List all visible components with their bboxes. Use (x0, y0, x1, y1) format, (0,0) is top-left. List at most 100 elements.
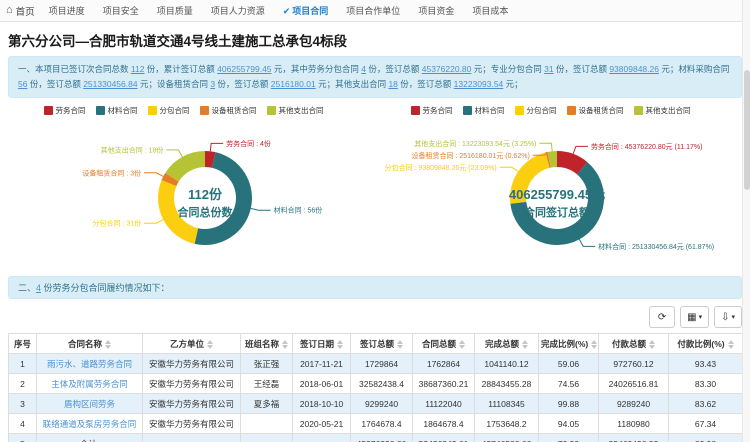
column-header-10[interactable]: 付款比例(%) (669, 334, 743, 354)
slice-label: 分包合同 : 93809848.26元 (23.09%) (385, 163, 497, 172)
table-cell: 99.88 (539, 394, 599, 414)
nav-item-5[interactable]: 项目合作单位 (346, 4, 400, 17)
sort-down-icon (282, 345, 288, 349)
nav-item-7[interactable]: 项目成本 (472, 4, 508, 17)
nav-item-label: 项目安全 (103, 6, 139, 16)
summary-value-link[interactable]: 31 (544, 64, 553, 74)
table-cell: 安徽华力劳务有限公司 (143, 354, 241, 374)
caret-down-icon: ▾ (731, 313, 735, 321)
table-header-row: 序号合同名称乙方单位班组名称签订日期签订总额合同总额完成总额完成比例(%) 付款总… (9, 334, 743, 354)
column-header-label: 付款总额 (612, 339, 646, 349)
summary-text: 份，签订总额 (398, 79, 454, 89)
table-cell: 82.98 (669, 434, 743, 442)
sort-icon (522, 340, 528, 349)
refresh-button[interactable]: ⟳ (649, 306, 675, 328)
table-cell: 45376220.80 (351, 434, 413, 442)
summary-value-link[interactable]: 45376220.80 (422, 64, 472, 74)
legend-item-4[interactable]: 其他支出合同 (634, 105, 691, 116)
table-cell (241, 414, 293, 434)
summary-text: 元；其他支出合同 (316, 79, 389, 89)
legend-item-1[interactable]: 材料合同 (463, 105, 505, 116)
export-icon: ⇩ (721, 312, 729, 323)
table-cell: 74.56 (539, 374, 599, 394)
export-button[interactable]: ⇩▾ (714, 306, 742, 328)
nav-item-0[interactable]: 项目进度 (49, 4, 85, 17)
legend-label: 材料合同 (108, 105, 138, 116)
column-header-2[interactable]: 乙方单位 (143, 334, 241, 354)
nav-item-2[interactable]: 项目质量 (157, 4, 193, 17)
legend-item-4[interactable]: 其他支出合同 (267, 105, 324, 116)
nav-item-1[interactable]: 项目安全 (103, 4, 139, 17)
columns-button[interactable]: ▦▾ (680, 306, 709, 328)
column-header-label: 付款比例(%) (677, 339, 724, 349)
nav-item-6[interactable]: 项目资金 (418, 4, 454, 17)
table-cell: 1753648.2 (475, 414, 539, 434)
table-cell: 安徽华力劳务有限公司 (143, 374, 241, 394)
legend-item-2[interactable]: 分包合同 (515, 105, 557, 116)
slice-label: 其他支出合同 : 18份 (101, 145, 164, 154)
charts-area: 劳务合同材料合同分包合同设备租赁合同其他支出合同 劳务合同 : 4份材料合同 :… (0, 100, 750, 268)
contract-name-link[interactable]: 主体及附属劳务合同 (51, 379, 128, 389)
column-header-9[interactable]: 付款总额 (599, 334, 669, 354)
legend-label: 材料合同 (475, 105, 505, 116)
legend-item-3[interactable]: 设备租赁合同 (200, 105, 257, 116)
column-header-5[interactable]: 签订总额 (351, 334, 413, 354)
table-cell: 3 (9, 394, 37, 414)
nav-item-4[interactable]: ✔项目合同 (283, 4, 329, 17)
summary-value-link[interactable]: 251330456.84 (83, 79, 137, 89)
column-header-1[interactable]: 合同名称 (37, 334, 143, 354)
table-cell: 主体及附属劳务合同 (37, 374, 143, 394)
label-line (579, 239, 595, 246)
legend-item-0[interactable]: 劳务合同 (411, 105, 453, 116)
sort-up-icon (105, 340, 111, 344)
table-row: 2主体及附属劳务合同安徽华力劳务有限公司王经磊2018-06-013258243… (9, 374, 743, 394)
nav-item-label: 项目质量 (157, 6, 193, 16)
table-cell: 32582438.4 (351, 374, 413, 394)
table-cell: 1180980 (599, 414, 669, 434)
sort-icon (728, 340, 734, 349)
legend-swatch-icon (515, 106, 524, 115)
scrollbar-thumb[interactable] (744, 70, 750, 190)
sort-icon (282, 340, 288, 349)
table-cell: 83.30 (669, 374, 743, 394)
page-scrollbar[interactable] (742, 0, 750, 442)
nav-item-3[interactable]: 项目人力资源 (211, 4, 265, 17)
legend-item-1[interactable]: 材料合同 (96, 105, 138, 116)
legend-swatch-icon (44, 106, 53, 115)
home-icon: ⌂ (6, 5, 13, 16)
legend-label: 分包合同 (527, 105, 557, 116)
label-line (500, 167, 519, 171)
legend-swatch-icon (634, 106, 643, 115)
table-cell: 9299240 (351, 394, 413, 414)
summary-value-link[interactable]: 13223093.54 (454, 79, 504, 89)
sort-down-icon (522, 345, 528, 349)
slice-label: 设备租赁合同 : 2516180.01元 (0.62%) (412, 151, 530, 160)
column-header-0[interactable]: 序号 (9, 334, 37, 354)
table-cell: 53436942.61 (413, 434, 475, 442)
column-header-4[interactable]: 签订日期 (293, 334, 351, 354)
column-header-6[interactable]: 合同总额 (413, 334, 475, 354)
sort-up-icon (337, 340, 343, 344)
legend-item-3[interactable]: 设备租赁合同 (567, 105, 624, 116)
column-header-7[interactable]: 完成总额 (475, 334, 539, 354)
legend-item-2[interactable]: 分包合同 (148, 105, 190, 116)
nav-home-label: 首页 (16, 4, 35, 18)
slice-label: 劳务合同 : 45376220.80元 (11.17%) (591, 142, 703, 151)
summary-value-link[interactable]: 93809848.26 (609, 64, 659, 74)
table-cell: 67.34 (669, 414, 743, 434)
summary-value-link[interactable]: 18 (388, 79, 397, 89)
summary-value-link[interactable]: 2516180.01 (271, 79, 316, 89)
contract-name-link[interactable]: 联络通道及泵房劳务合同 (43, 419, 137, 429)
column-header-8[interactable]: 完成比例(%) (539, 334, 599, 354)
legend-item-0[interactable]: 劳务合同 (44, 105, 86, 116)
contract-name-link[interactable]: 盾构区间劳务 (64, 399, 115, 409)
nav-item-home[interactable]: ⌂ 首页 (6, 4, 35, 18)
legend-label: 分包合同 (160, 105, 190, 116)
slice-label: 设备租赁合同 : 3份 (82, 168, 141, 177)
contract-name-link[interactable]: 雨污水、道路劳务合同 (47, 359, 132, 369)
summary-value-link[interactable]: 406255799.45 (217, 64, 271, 74)
column-header-3[interactable]: 班组名称 (241, 334, 293, 354)
summary-text: 元；专业分包合同 (471, 64, 544, 74)
summary-value-link[interactable]: 112 (131, 64, 145, 74)
legend-label: 设备租赁合同 (579, 105, 624, 116)
